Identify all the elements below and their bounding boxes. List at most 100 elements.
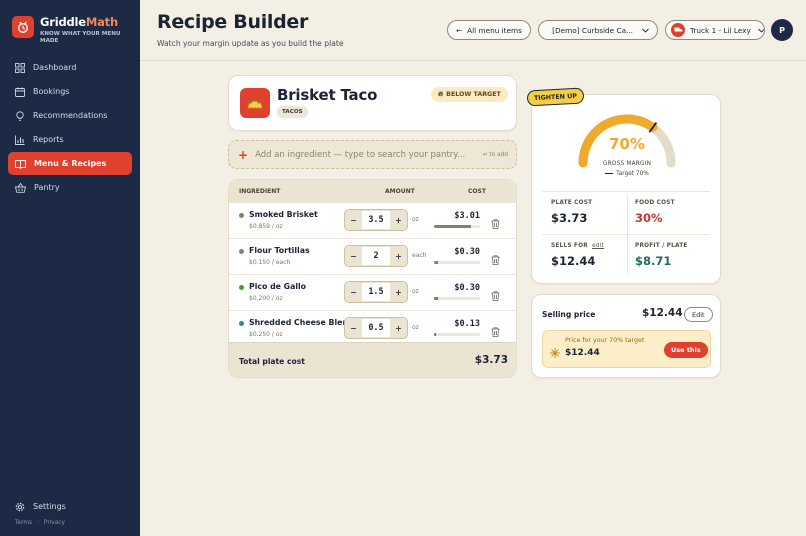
selling-price-value: $12.44: [642, 307, 683, 319]
user-avatar[interactable]: P: [771, 19, 793, 41]
sidebar-item-pantry[interactable]: Pantry: [8, 176, 132, 199]
location-select[interactable]: [Demo] Curbside Ca...: [538, 20, 658, 40]
plate-cost-value: $3.73: [551, 211, 588, 225]
enter-hint: ↵ to add: [482, 151, 508, 158]
sidebar-item-label: Menu & Recipes: [34, 159, 107, 168]
table-footer: Total plate cost $3.73: [229, 342, 516, 377]
sells-for-edit-link[interactable]: edit: [592, 243, 604, 249]
food-cost-label: FOOD COST: [635, 200, 675, 206]
profit-value: $8.71: [635, 254, 672, 268]
increment-button[interactable]: +: [390, 324, 407, 333]
decrement-button[interactable]: −: [345, 288, 362, 297]
ingredient-name[interactable]: Flour Tortillas: [249, 246, 310, 255]
amount-unit: oz: [412, 288, 419, 295]
price-suggestion: Price for your 70% target $12.44 Use thi…: [542, 330, 711, 368]
trash-icon[interactable]: [491, 250, 500, 269]
amount-input[interactable]: 2: [362, 247, 390, 265]
trash-icon[interactable]: [491, 286, 500, 305]
decrement-button[interactable]: −: [345, 252, 362, 261]
chevron-down-icon: [758, 28, 764, 33]
amount-stepper: −2 +: [344, 245, 408, 267]
amount-unit: each: [412, 252, 427, 259]
header-ingredient: INGREDIENT: [239, 187, 281, 195]
brand[interactable]: GriddleMath KNOW WHAT YOUR MENU MADE: [12, 16, 126, 44]
decrement-button[interactable]: −: [345, 216, 362, 225]
ingredient-dot: [239, 321, 244, 326]
sidebar-item-settings[interactable]: Settings: [8, 495, 132, 518]
increment-button[interactable]: +: [390, 288, 407, 297]
ingredient-dot: [239, 213, 244, 218]
amount-input[interactable]: 3.5: [362, 211, 390, 229]
sells-for-value: $12.44: [551, 254, 596, 268]
use-this-button[interactable]: Use this: [664, 342, 708, 358]
page-title: Recipe Builder: [157, 11, 309, 33]
calendar-icon: [15, 87, 25, 97]
suggestion-label: Price for your 70% target: [565, 337, 645, 344]
trash-icon[interactable]: [491, 214, 500, 233]
recipe-header-card: Brisket Taco TACOS 🔥︎ BELOW TARGET: [228, 75, 517, 131]
ingredient-unit-price: $0.859 / oz: [249, 223, 283, 230]
sidebar-item-label: Bookings: [33, 87, 70, 96]
ingredient-cost: $0.30: [454, 283, 480, 293]
chevron-down-icon: [642, 28, 649, 33]
cost-share-bar: [434, 333, 480, 336]
ingredient-cost: $0.13: [454, 319, 480, 329]
all-menu-items-button[interactable]: ← All menu items: [447, 20, 531, 40]
amount-input[interactable]: 0.5: [362, 319, 390, 337]
amount-input[interactable]: 1.5: [362, 283, 390, 301]
sidebar-item-label: Recommendations: [33, 111, 108, 120]
sidebar: GriddleMath KNOW WHAT YOUR MENU MADE Das…: [0, 0, 140, 536]
selling-price-card: Selling price $12.44 Edit Price for your…: [531, 294, 721, 378]
lightbulb-icon: [16, 110, 24, 121]
bar-chart-icon: [15, 135, 25, 145]
ingredient-name[interactable]: Smoked Brisket: [249, 210, 318, 219]
sidebar-nav: Dashboard Bookings Recommendations Repor…: [8, 56, 132, 200]
ingredient-cost: $3.01: [454, 211, 480, 221]
ingredient-unit-price: $0.150 / each: [249, 259, 291, 266]
cost-share-fill: [434, 225, 472, 228]
increment-button[interactable]: +: [390, 216, 407, 225]
table-row: Shredded Cheese Blend $0.250 / oz −0.5 + oz $…: [229, 310, 516, 346]
decrement-button[interactable]: −: [345, 324, 362, 333]
sidebar-item-label: Pantry: [34, 183, 60, 192]
sidebar-item-bookings[interactable]: Bookings: [8, 80, 132, 103]
sidebar-item-menu-recipes[interactable]: Menu & Recipes: [8, 152, 132, 175]
edit-price-button[interactable]: Edit: [684, 307, 713, 322]
increment-button[interactable]: +: [390, 252, 407, 261]
table-row: Smoked Brisket $0.859 / oz −3.5 + oz $3.01: [229, 202, 516, 238]
privacy-link[interactable]: Privacy: [44, 520, 65, 526]
category-tag: TACOS: [277, 106, 308, 118]
legal-links: Terms · Privacy: [15, 520, 65, 526]
amount-unit: oz: [412, 216, 419, 223]
amount-stepper: −0.5 +: [344, 317, 408, 339]
trash-icon[interactable]: [491, 322, 500, 341]
sidebar-item-recommendations[interactable]: Recommendations: [8, 104, 132, 127]
target-legend: Target 70%: [532, 171, 722, 177]
ingredient-dot: [239, 285, 244, 290]
stats-divider-h1: [542, 191, 710, 192]
profit-label: PROFIT / PLATE: [635, 243, 688, 249]
gear-icon: [15, 502, 25, 511]
ingredient-name[interactable]: Pico de Gallo: [249, 282, 306, 291]
sidebar-item-dashboard[interactable]: Dashboard: [8, 56, 132, 79]
recipe-name[interactable]: Brisket Taco: [277, 86, 377, 104]
amount-unit: oz: [412, 324, 419, 331]
griddle-logo-icon: [12, 16, 34, 38]
cost-share-fill: [434, 261, 438, 264]
ingredients-table: INGREDIENT AMOUNT COST Smoked Brisket $0.…: [228, 179, 517, 378]
sidebar-item-reports[interactable]: Reports: [8, 128, 132, 151]
target-line-icon: [605, 172, 614, 175]
sidebar-item-label: Reports: [33, 135, 64, 144]
cost-share-bar: [434, 225, 480, 228]
add-ingredient-input[interactable]: + Add an ingredient — type to search you…: [228, 140, 517, 169]
basket-icon: [15, 182, 26, 193]
amount-stepper: −3.5 +: [344, 209, 408, 231]
sparkle-icon: [550, 343, 560, 362]
suggestion-value: $12.44: [565, 348, 600, 358]
terms-link[interactable]: Terms: [15, 520, 32, 526]
ingredient-name[interactable]: Shredded Cheese Blend: [249, 318, 354, 327]
truck-select[interactable]: Truck 1 - Lil Lexy: [665, 20, 765, 40]
dashboard-grid-icon: [15, 62, 25, 73]
table-row: Flour Tortillas $0.150 / each −2 + each $0.30: [229, 238, 516, 274]
tighten-up-callout: TIGHTEN UP: [526, 87, 585, 107]
